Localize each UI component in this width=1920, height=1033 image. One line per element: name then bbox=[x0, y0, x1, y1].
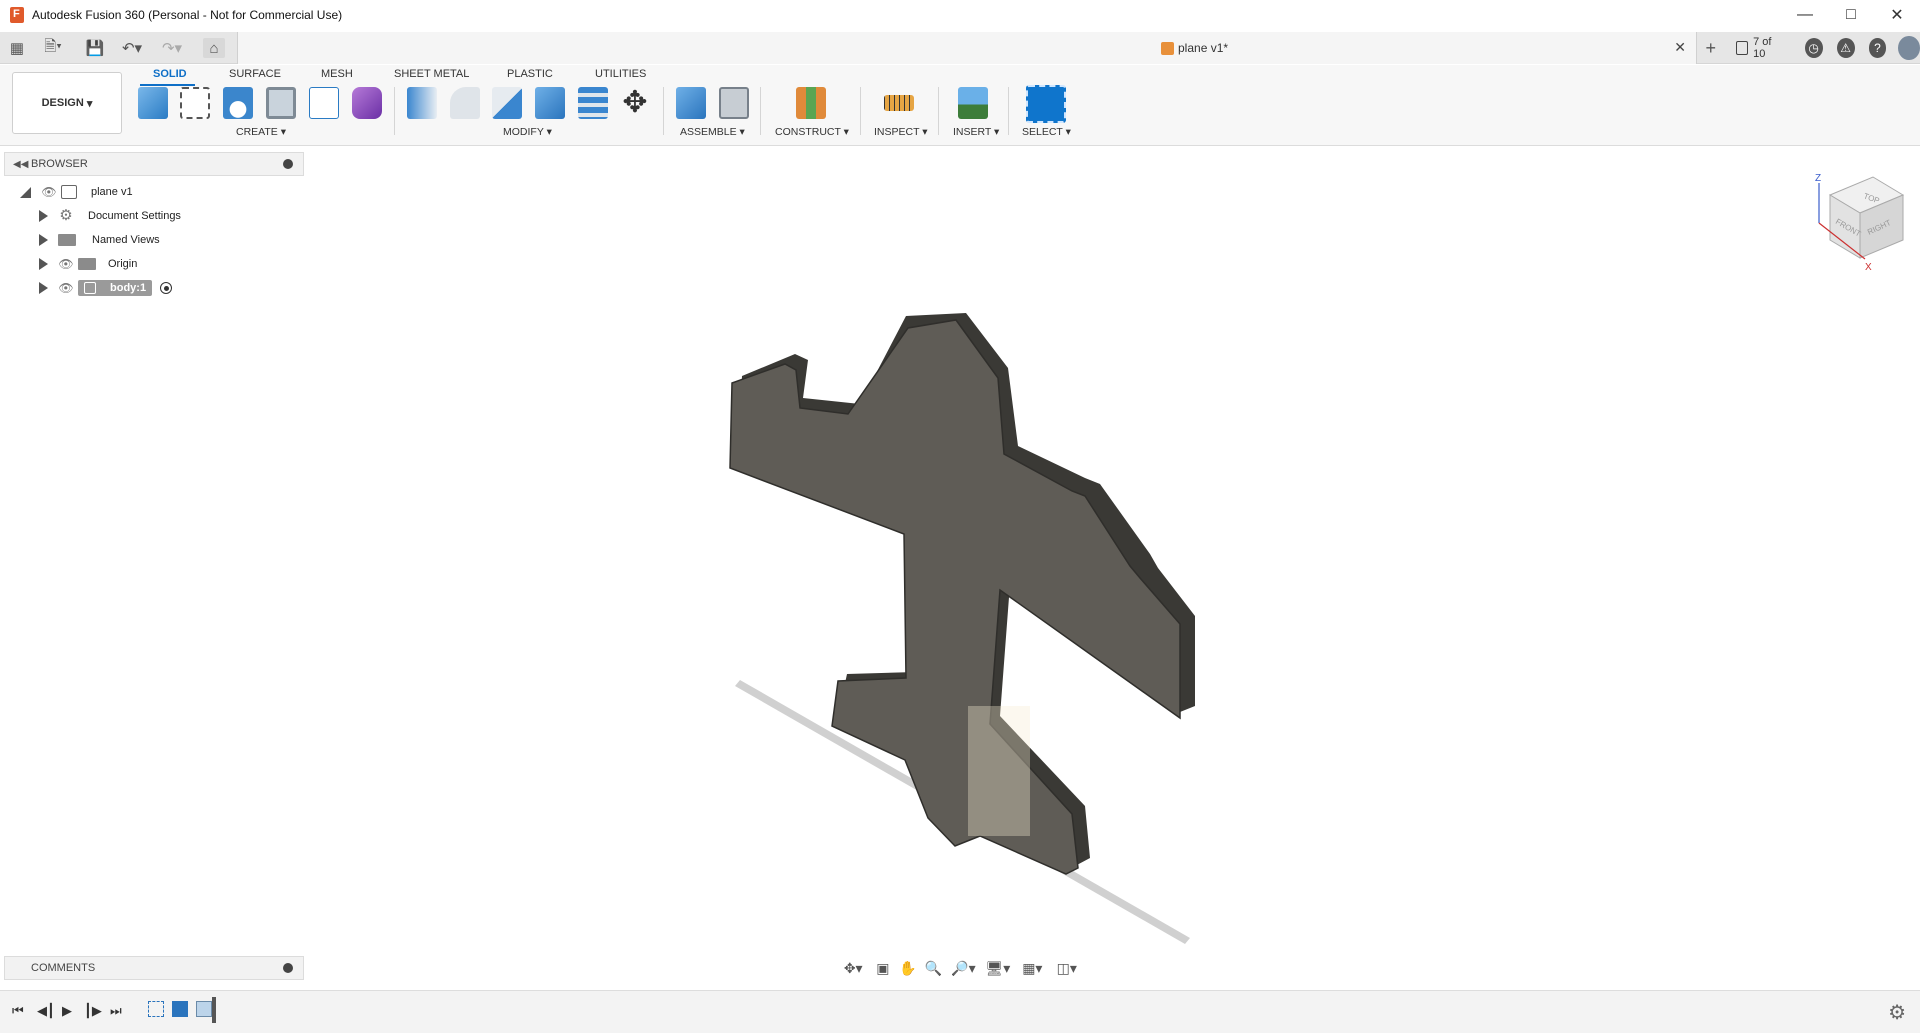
active-tab-indicator bbox=[140, 84, 195, 86]
hole-icon[interactable] bbox=[266, 87, 296, 119]
pan-icon[interactable]: ✋ bbox=[899, 959, 916, 977]
redo-icon[interactable]: ↷▾ bbox=[156, 38, 188, 58]
z-axis-label: Z bbox=[1815, 173, 1821, 184]
measure-icon[interactable] bbox=[884, 95, 914, 111]
fit-icon[interactable]: 🔎▾ bbox=[950, 959, 976, 977]
offset-plane-icon[interactable] bbox=[796, 87, 826, 119]
group-modify[interactable]: MODIFY ▾ bbox=[503, 126, 552, 138]
toolbar-ribbon: DESIGN ▾ SOLID SURFACE MESH SHEET METAL … bbox=[0, 65, 1920, 146]
group-inspect-label: INSPECT bbox=[874, 126, 920, 138]
notification-icon[interactable]: ⚠ bbox=[1836, 38, 1855, 58]
timeline-body-icon[interactable] bbox=[196, 1001, 212, 1017]
display-settings-icon[interactable]: 🖥▾ bbox=[985, 959, 1011, 977]
comments-label: COMMENTS bbox=[31, 962, 96, 974]
press-pull-icon[interactable] bbox=[407, 87, 437, 119]
look-at-icon[interactable]: ▣ bbox=[874, 959, 891, 977]
save-icon[interactable]: 💾 bbox=[84, 38, 106, 58]
document-tab-strip: ▦ 🗎▾ 💾 ↶▾ ↷▾ ⌂ plane v1* ✕ + 7 of 10 ◷ ⚠… bbox=[0, 32, 1920, 64]
group-insert[interactable]: INSERT ▾ bbox=[953, 126, 999, 138]
origin-plane-highlight bbox=[968, 706, 1030, 836]
close-tab-icon[interactable]: ✕ bbox=[1674, 39, 1686, 56]
insert-image-icon[interactable] bbox=[958, 87, 988, 119]
last-icon[interactable]: ⏭ bbox=[110, 1003, 122, 1019]
tab-mesh[interactable]: MESH bbox=[321, 68, 353, 80]
tab-plastic[interactable]: PLASTIC bbox=[507, 68, 553, 80]
tab-utilities[interactable]: UTILITIES bbox=[595, 68, 646, 80]
create-sketch-icon[interactable] bbox=[180, 87, 210, 119]
workspace-label: DESIGN bbox=[41, 97, 84, 109]
fusion-app: Autodesk Fusion 360 (Personal - Not for … bbox=[0, 0, 1920, 1033]
workspace-switcher[interactable]: DESIGN ▾ bbox=[12, 72, 122, 134]
timeline-marker[interactable] bbox=[212, 997, 216, 1023]
group-construct[interactable]: CONSTRUCT ▾ bbox=[775, 126, 849, 138]
document-tab-title: plane v1* bbox=[1178, 41, 1229, 55]
group-construct-label: CONSTRUCT bbox=[775, 126, 841, 138]
grid-settings-icon[interactable]: ▦▾ bbox=[1019, 959, 1045, 977]
timeline-settings-icon[interactable]: ⚙ bbox=[1888, 1000, 1906, 1025]
select-icon[interactable] bbox=[1026, 85, 1066, 123]
file-icon[interactable]: 🗎▾ bbox=[38, 38, 68, 58]
move-icon[interactable]: ✥ bbox=[620, 87, 650, 119]
airplane-body bbox=[729, 319, 1181, 875]
viewports-icon[interactable]: ◫▾ bbox=[1054, 959, 1080, 977]
timeline-bar: ⏮ ◀┃ ▶ ┃▶ ⏭ ⚙ bbox=[0, 990, 1920, 1033]
timeline-extrude-icon[interactable] bbox=[172, 1001, 188, 1017]
new-component-icon[interactable] bbox=[138, 87, 168, 119]
orbit-icon[interactable]: ✥▾ bbox=[840, 959, 866, 977]
first-icon[interactable]: ⏮ bbox=[12, 1003, 24, 1019]
group-assemble-label: ASSEMBLE bbox=[680, 126, 737, 138]
add-comment-icon[interactable] bbox=[283, 963, 293, 973]
group-create[interactable]: CREATE ▾ bbox=[236, 126, 286, 138]
user-avatar[interactable] bbox=[1898, 36, 1920, 60]
new-tab-button[interactable]: + bbox=[1700, 38, 1722, 59]
grid-icon[interactable]: ▦ bbox=[6, 38, 28, 58]
clock-icon[interactable]: ◷ bbox=[1804, 38, 1823, 58]
viewcube[interactable]: TOP FRONT RIGHT Z X bbox=[1805, 165, 1915, 275]
home-icon[interactable]: ⌂ bbox=[203, 38, 225, 58]
fusion-logo-icon bbox=[10, 7, 24, 23]
combine-icon[interactable] bbox=[535, 87, 565, 119]
group-insert-label: INSERT bbox=[953, 126, 992, 138]
group-modify-label: MODIFY bbox=[503, 126, 544, 138]
job-count-label: 7 of 10 bbox=[1753, 36, 1772, 60]
job-status-icon bbox=[1735, 41, 1749, 55]
joint-icon[interactable] bbox=[719, 87, 749, 119]
timeline-sketch-icon[interactable] bbox=[148, 1001, 164, 1017]
new-component-assemble-icon[interactable] bbox=[676, 87, 706, 119]
title-bar: Autodesk Fusion 360 (Personal - Not for … bbox=[0, 0, 1920, 30]
navigation-bar: ✥▾ ▣ ✋ 🔍 🔎▾ 🖥▾ ▦▾ ◫▾ bbox=[840, 955, 1080, 981]
group-assemble[interactable]: ASSEMBLE ▾ bbox=[680, 126, 745, 138]
group-create-label: CREATE bbox=[236, 126, 278, 138]
job-status[interactable]: 7 of 10 bbox=[1735, 36, 1783, 60]
group-select-label: SELECT bbox=[1022, 126, 1063, 138]
window-title: Autodesk Fusion 360 (Personal - Not for … bbox=[32, 8, 343, 22]
group-select[interactable]: SELECT ▾ bbox=[1022, 126, 1071, 138]
close-button[interactable]: ✕ bbox=[1874, 0, 1920, 30]
create-form-icon[interactable] bbox=[352, 87, 382, 119]
offset-face-icon[interactable] bbox=[578, 87, 608, 119]
maximize-button[interactable]: □ bbox=[1828, 0, 1874, 30]
x-axis-label: X bbox=[1865, 262, 1872, 273]
undo-icon[interactable]: ↶▾ bbox=[116, 38, 148, 58]
next-icon[interactable]: ┃▶ bbox=[84, 1003, 102, 1019]
tab-surface[interactable]: SURFACE bbox=[229, 68, 281, 80]
revolve-icon[interactable] bbox=[223, 87, 253, 119]
tab-solid[interactable]: SOLID bbox=[153, 68, 187, 80]
help-icon[interactable]: ? bbox=[1868, 38, 1887, 58]
play-icon[interactable]: ▶ bbox=[62, 1003, 72, 1019]
tab-sheet-metal[interactable]: SHEET METAL bbox=[394, 68, 469, 80]
group-inspect[interactable]: INSPECT ▾ bbox=[874, 126, 928, 138]
zoom-icon[interactable]: 🔍 bbox=[925, 959, 942, 977]
document-icon bbox=[1161, 42, 1174, 55]
fillet-icon[interactable] bbox=[450, 87, 480, 119]
comments-panel-header[interactable]: COMMENTS bbox=[4, 956, 304, 980]
viewport-canvas[interactable] bbox=[0, 146, 1920, 986]
minimize-button[interactable]: — bbox=[1782, 0, 1828, 30]
prev-icon[interactable]: ◀┃ bbox=[37, 1003, 55, 1019]
document-tab[interactable]: plane v1* ✕ bbox=[237, 32, 1697, 64]
chamfer-icon[interactable] bbox=[492, 87, 522, 119]
pattern-icon[interactable] bbox=[309, 87, 339, 119]
